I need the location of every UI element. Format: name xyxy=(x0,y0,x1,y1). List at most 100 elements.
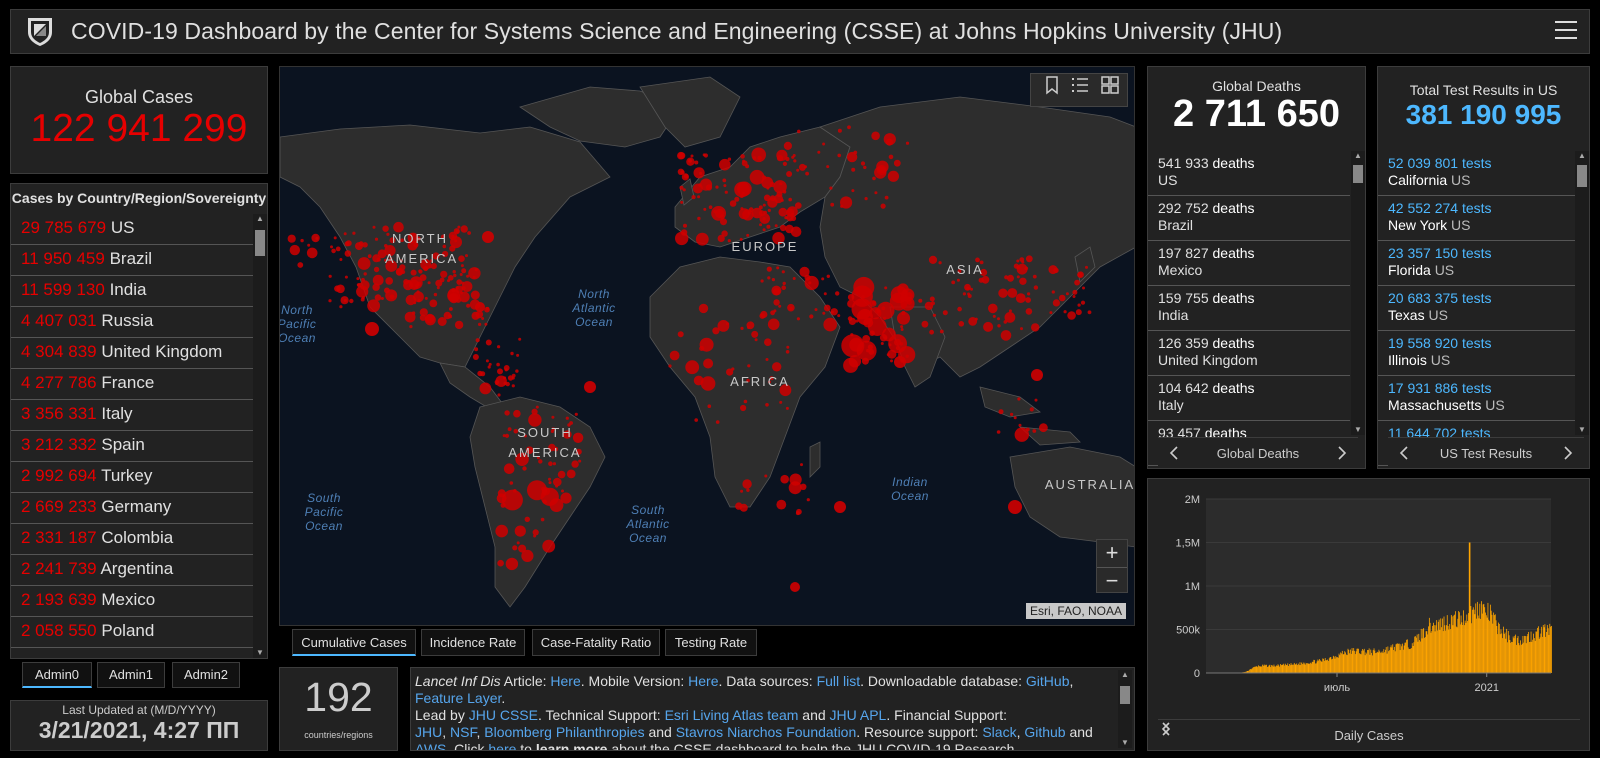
daily-cases-bar[interactable] xyxy=(1524,635,1525,673)
daily-cases-bar[interactable] xyxy=(1382,653,1384,673)
case-bubble[interactable] xyxy=(365,322,379,336)
case-bubble[interactable] xyxy=(690,154,694,158)
case-bubble[interactable] xyxy=(340,296,349,305)
daily-cases-bar[interactable] xyxy=(1252,667,1254,673)
country-row[interactable]: 2 241 739 Argentina xyxy=(11,555,253,586)
case-bubble[interactable] xyxy=(683,173,689,179)
daily-cases-bar[interactable] xyxy=(1472,607,1474,673)
case-bubble[interactable] xyxy=(741,191,745,195)
daily-cases-bar[interactable] xyxy=(1508,635,1510,673)
case-bubble[interactable] xyxy=(721,230,728,237)
case-bubble[interactable] xyxy=(336,284,345,294)
case-bubble[interactable] xyxy=(703,207,707,211)
case-bubble[interactable] xyxy=(932,313,937,317)
case-bubble[interactable] xyxy=(788,481,802,495)
daily-cases-bar[interactable] xyxy=(1367,649,1368,673)
daily-cases-bar[interactable] xyxy=(1528,631,1530,673)
scrollbar-thumb[interactable] xyxy=(1120,686,1130,704)
daily-cases-bar[interactable] xyxy=(1486,617,1488,673)
case-bubble[interactable] xyxy=(330,245,333,249)
case-bubble[interactable] xyxy=(740,154,745,159)
daily-cases-bar[interactable] xyxy=(1489,621,1490,673)
daily-cases-bar[interactable] xyxy=(1413,642,1415,673)
daily-cases-bar[interactable] xyxy=(1512,636,1514,673)
daily-cases-bar[interactable] xyxy=(1395,644,1397,673)
case-bubble[interactable] xyxy=(516,541,520,545)
case-bubble[interactable] xyxy=(411,311,416,315)
world-map[interactable]: NORTH AMERICA EUROPE ASIA AFRICA SOUTH A… xyxy=(279,66,1135,626)
case-bubble[interactable] xyxy=(722,178,727,183)
daily-cases-bar[interactable] xyxy=(1350,653,1352,673)
daily-cases-bar[interactable] xyxy=(1426,631,1428,673)
deaths-list[interactable]: 541 933 deaths US 292 752 deaths Brazil 19… xyxy=(1148,151,1350,466)
daily-cases-bar[interactable] xyxy=(1251,668,1253,673)
daily-cases-bar[interactable] xyxy=(1529,642,1530,673)
daily-cases-bar[interactable] xyxy=(1318,660,1320,673)
daily-cases-bar[interactable] xyxy=(1347,648,1349,673)
case-bubble[interactable] xyxy=(693,375,704,386)
daily-cases-bar[interactable] xyxy=(1419,640,1420,673)
case-bubble[interactable] xyxy=(871,131,880,141)
case-bubble[interactable] xyxy=(788,197,792,202)
daily-cases-bar[interactable] xyxy=(1441,627,1442,673)
case-bubble[interactable] xyxy=(998,409,1004,415)
daily-cases-bar[interactable] xyxy=(1340,652,1342,673)
case-bubble[interactable] xyxy=(521,549,534,562)
daily-cases-bar[interactable] xyxy=(1366,653,1368,673)
case-bubble[interactable] xyxy=(760,279,764,283)
case-bubble[interactable] xyxy=(467,231,471,235)
case-bubble[interactable] xyxy=(461,281,473,292)
daily-cases-bar[interactable] xyxy=(1447,625,1449,673)
daily-cases-bar[interactable] xyxy=(1548,634,1550,673)
case-bubble[interactable] xyxy=(418,269,422,273)
case-bubble[interactable] xyxy=(698,303,709,314)
case-bubble[interactable] xyxy=(988,303,998,314)
case-bubble[interactable] xyxy=(874,166,887,179)
daily-cases-bar[interactable] xyxy=(1522,635,1524,673)
case-bubble[interactable] xyxy=(542,539,556,553)
case-bubble[interactable] xyxy=(782,161,787,166)
case-bubble[interactable] xyxy=(474,268,478,272)
case-bubble[interactable] xyxy=(362,242,368,248)
daily-cases-bar[interactable] xyxy=(1303,664,1305,673)
daily-cases-bar[interactable] xyxy=(1262,665,1264,673)
daily-cases-bar[interactable] xyxy=(1329,657,1331,673)
daily-cases-bar[interactable] xyxy=(1352,650,1354,673)
case-bubble[interactable] xyxy=(758,205,763,210)
case-bubble[interactable] xyxy=(478,322,482,326)
daily-cases-bar[interactable] xyxy=(1280,665,1282,673)
daily-cases-bar[interactable] xyxy=(1275,666,1276,673)
country-row[interactable]: 2 331 187 Colombia xyxy=(11,524,253,555)
daily-cases-bar[interactable] xyxy=(1450,614,1452,673)
case-bubble[interactable] xyxy=(1074,279,1080,286)
case-bubble[interactable] xyxy=(511,384,515,388)
daily-cases-bar[interactable] xyxy=(1339,655,1341,673)
daily-cases-bar[interactable] xyxy=(1547,628,1549,673)
case-bubble[interactable] xyxy=(766,266,772,272)
case-bubble[interactable] xyxy=(470,290,480,300)
daily-cases-bar[interactable] xyxy=(1501,633,1503,673)
zoom-out-button[interactable]: − xyxy=(1097,567,1127,593)
case-bubble[interactable] xyxy=(699,337,714,352)
daily-cases-bar[interactable] xyxy=(1254,666,1255,673)
case-bubble[interactable] xyxy=(779,400,783,404)
daily-cases-bar[interactable] xyxy=(1378,649,1380,673)
daily-cases-bar[interactable] xyxy=(1468,613,1469,673)
case-bubble[interactable] xyxy=(409,276,423,290)
daily-cases-bar[interactable] xyxy=(1427,634,1429,673)
daily-cases-bar[interactable] xyxy=(1544,624,1546,673)
case-bubble[interactable] xyxy=(884,286,888,290)
learn-more-link[interactable]: learn more xyxy=(536,741,608,750)
daily-cases-bar[interactable] xyxy=(1295,664,1297,673)
daily-cases-bar[interactable] xyxy=(1420,628,1422,673)
case-bubble[interactable] xyxy=(962,292,967,296)
daily-cases-bar[interactable] xyxy=(1456,627,1458,673)
country-row[interactable]: 11 950 459 Brazil xyxy=(11,245,253,276)
case-bubble[interactable] xyxy=(311,233,320,243)
daily-cases-bar[interactable] xyxy=(1258,666,1260,673)
case-bubble[interactable] xyxy=(880,342,884,345)
daily-cases-bar[interactable] xyxy=(1412,645,1414,673)
case-bubble[interactable] xyxy=(796,317,801,321)
case-bubble[interactable] xyxy=(461,268,467,274)
case-bubble[interactable] xyxy=(767,318,780,331)
